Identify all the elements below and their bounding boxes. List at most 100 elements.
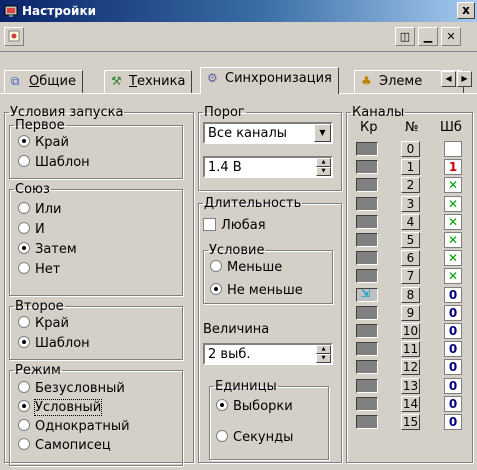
condition-less-radio[interactable]: Меньше — [210, 260, 282, 278]
channel-number-button[interactable]: 10 — [401, 323, 420, 339]
channel-row: 0 — [350, 141, 470, 158]
title-bar[interactable]: Настройки x — [0, 0, 477, 22]
mode-recorder-radio[interactable]: Самописец — [18, 438, 111, 456]
channel-row: 4 ✕ — [350, 213, 470, 231]
first-pattern-radio[interactable]: Шаблон — [18, 155, 90, 173]
channel-trigger-cell[interactable] — [356, 178, 378, 193]
channel-trigger-cell[interactable] — [356, 196, 378, 211]
settings-window: Настройки x ◫ ▁ ✕ ⧉ Общие ⚒ Техника ⚙ Синхр… — [0, 0, 477, 470]
union-and-radio[interactable]: И — [18, 222, 45, 240]
tab-scroll-right-icon[interactable]: ▶ — [457, 71, 472, 87]
channel-trigger-cell[interactable] — [356, 142, 378, 156]
channel-pattern-cell[interactable]: 0 — [444, 304, 462, 321]
channel-trigger-cell[interactable] — [356, 378, 378, 393]
condition-group: Условие Меньше Не меньше — [203, 244, 333, 304]
spin-down-icon[interactable]: ▼ — [316, 354, 331, 363]
threshold-group: Порог Все каналы ▼ 1.4 В ▲ ▼ — [198, 106, 342, 191]
close-button[interactable]: x — [457, 2, 475, 19]
any-duration-checkbox[interactable]: Любая — [203, 218, 266, 236]
tab-general[interactable]: ⧉ Общие — [4, 70, 83, 94]
channel-pattern-cell[interactable]: 0 — [444, 286, 462, 303]
channel-trigger-cell[interactable] — [356, 251, 378, 266]
channel-trigger-cell[interactable] — [356, 342, 378, 357]
mode-single-radio[interactable]: Однократный — [18, 419, 130, 437]
union-or-radio[interactable]: Или — [18, 202, 61, 220]
channel-pattern-cell[interactable]: ✕ — [444, 268, 462, 285]
channel-select[interactable]: Все каналы ▼ — [203, 122, 333, 144]
channel-trigger-cell[interactable] — [356, 415, 378, 429]
channel-pattern-cell[interactable]: 0 — [444, 395, 462, 412]
mode-unconditional-radio[interactable]: Безусловный — [18, 381, 125, 399]
channel-number-button[interactable]: 11 — [401, 341, 420, 358]
spin-down-icon[interactable]: ▼ — [316, 167, 331, 176]
threshold-spinner[interactable]: 1.4 В ▲ ▼ — [203, 156, 333, 178]
magnitude-spinner[interactable]: 2 выб. ▲ ▼ — [203, 343, 333, 365]
channel-select-value: Все каналы — [208, 126, 288, 141]
channel-trigger-cell[interactable] — [356, 269, 378, 284]
channel-trigger-cell[interactable] — [356, 233, 378, 247]
channel-trigger-cell[interactable]: ⇲ — [356, 287, 378, 302]
channel-number-button[interactable]: 14 — [401, 395, 420, 412]
channel-pattern-cell[interactable]: 0 — [444, 323, 462, 339]
units-samples-radio[interactable]: Выборки — [216, 399, 293, 417]
channel-trigger-cell[interactable] — [356, 360, 378, 375]
channel-number-button[interactable]: 2 — [401, 177, 420, 194]
channel-number-button[interactable]: 1 — [401, 159, 420, 176]
channel-pattern-cell[interactable]: ✕ — [444, 213, 462, 230]
channel-number-button[interactable]: 6 — [401, 250, 420, 267]
condition-not-less-radio[interactable]: Не меньше — [210, 283, 303, 301]
channel-pattern-cell[interactable]: 0 — [444, 359, 462, 376]
tab-general-label: бщие — [39, 74, 76, 89]
channel-number-button[interactable]: 13 — [401, 377, 420, 394]
close-panel-button[interactable]: ✕ — [441, 27, 461, 46]
radio-dot — [210, 283, 222, 295]
channel-number-button[interactable]: 7 — [401, 268, 420, 285]
channel-number-button[interactable]: 15 — [401, 414, 420, 430]
tab-hardware-accel: Т — [129, 74, 137, 89]
channel-pattern-cell[interactable]: ✕ — [444, 195, 462, 212]
channel-trigger-cell[interactable] — [356, 214, 378, 229]
second-pattern-radio[interactable]: Шаблон — [18, 336, 90, 354]
channel-pattern-cell[interactable]: 0 — [444, 377, 462, 394]
channel-number-button[interactable]: 5 — [401, 232, 420, 248]
channel-number-button[interactable]: 12 — [401, 359, 420, 376]
channel-trigger-cell[interactable] — [356, 305, 378, 320]
duration-group: Длительность Любая Условие Меньше Не мен… — [198, 197, 342, 463]
channel-trigger-cell[interactable] — [356, 324, 378, 338]
channel-number-button[interactable]: 9 — [401, 304, 420, 321]
pin-button[interactable] — [4, 27, 24, 46]
second-edge-radio[interactable]: Край — [18, 316, 69, 334]
channel-number-button[interactable]: 0 — [401, 141, 420, 157]
union-not-radio[interactable]: Нет — [18, 262, 60, 280]
spin-up-icon[interactable]: ▲ — [316, 345, 331, 354]
channel-pattern-cell[interactable]: 0 — [444, 341, 462, 358]
channel-trigger-cell[interactable] — [356, 160, 378, 175]
radio-dot — [18, 135, 30, 147]
units-seconds-radio[interactable]: Секунды — [216, 430, 293, 448]
second-group: Второе Край Шаблон — [9, 300, 183, 360]
channel-row: 13 0 — [350, 377, 470, 395]
channel-row: 11 — [350, 159, 470, 176]
first-edge-radio[interactable]: Край — [18, 135, 69, 153]
minimize-button[interactable]: ▁ — [418, 27, 438, 46]
channel-pattern-cell[interactable]: ✕ — [444, 177, 462, 194]
union-then-radio[interactable]: Затем — [18, 242, 77, 260]
channel-pattern-cell[interactable]: 0 — [444, 414, 462, 430]
channel-pattern-cell[interactable] — [444, 141, 462, 157]
chevron-down-icon[interactable]: ▼ — [314, 124, 331, 142]
channel-trigger-cell[interactable] — [356, 396, 378, 411]
channel-number-button[interactable]: 3 — [401, 195, 420, 212]
tab-scroll-left-icon[interactable]: ◀ — [441, 71, 456, 87]
tab-hardware[interactable]: ⚒ Техника — [104, 70, 193, 94]
radio-dot — [18, 262, 30, 274]
restore-view-button[interactable]: ◫ — [395, 27, 415, 46]
channel-number-button[interactable]: 8 — [401, 286, 420, 303]
channel-pattern-cell[interactable]: 1 — [444, 159, 462, 176]
tab-sync[interactable]: ⚙ Синхронизация — [200, 67, 339, 94]
radio-dot — [18, 202, 30, 214]
mode-conditional-radio[interactable]: Условный — [18, 399, 103, 418]
channel-number-button[interactable]: 4 — [401, 213, 420, 230]
channel-pattern-cell[interactable]: ✕ — [444, 250, 462, 267]
spin-up-icon[interactable]: ▲ — [316, 158, 331, 167]
channel-pattern-cell[interactable]: ✕ — [444, 232, 462, 248]
